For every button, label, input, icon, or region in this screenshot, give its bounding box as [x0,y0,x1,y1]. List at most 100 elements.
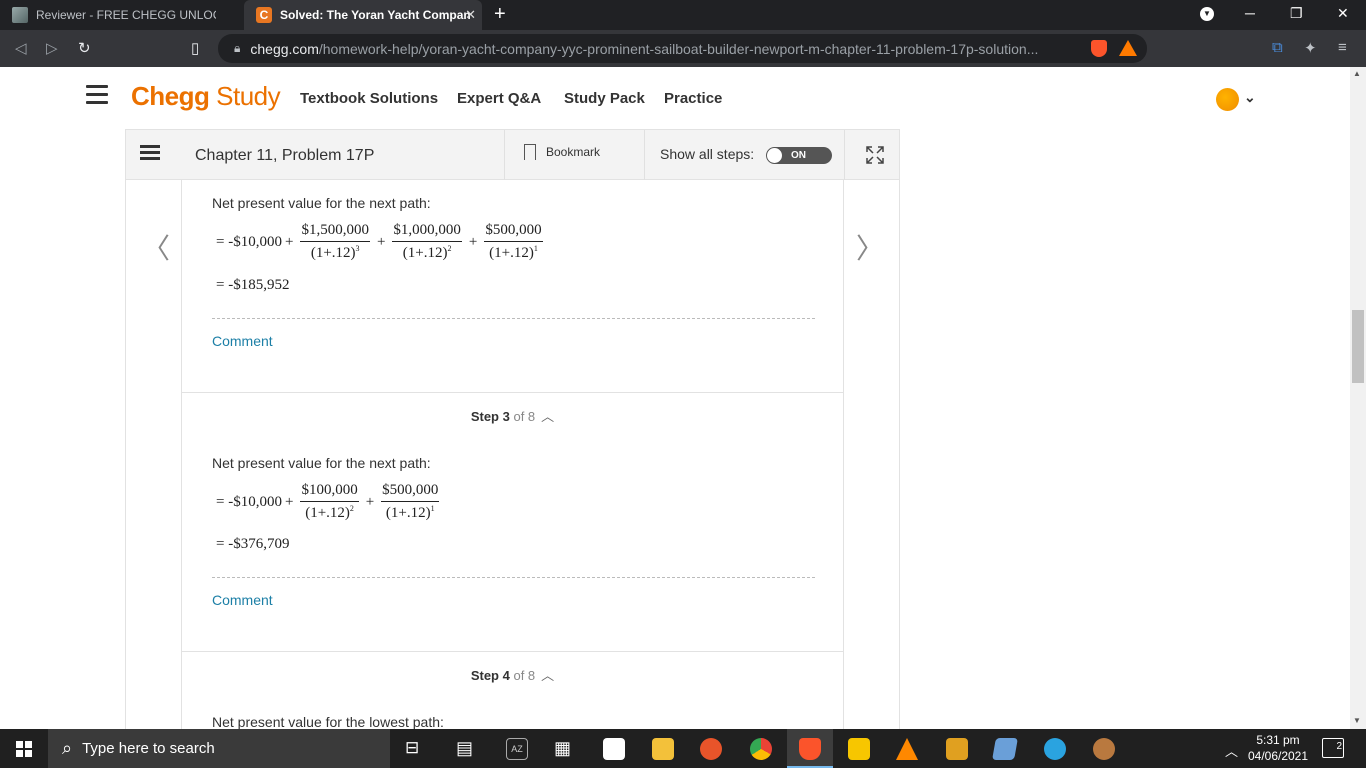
bookmark-icon [524,144,536,160]
close-window-icon[interactable]: ✕ [1337,5,1349,22]
chevron-down-icon[interactable]: ⌄ [1244,89,1256,106]
show-hidden-icons-icon[interactable]: ︿ [1225,741,1238,760]
bookmark-page-icon[interactable]: ▯ [191,39,199,57]
nav-practice[interactable]: Practice [664,90,722,107]
bookmark-button[interactable]: Bookmark [524,144,600,160]
logo-chegg: Chegg [131,81,210,111]
file-explorer-icon[interactable] [652,738,674,760]
menu-hamburger-icon[interactable] [86,85,108,109]
video-player-icon[interactable] [848,738,870,760]
nav-expert-qa[interactable]: Expert Q&A [457,90,541,107]
toggle-state: ON [791,150,806,161]
solution-steps: Net present value for the next path: = -… [181,180,844,729]
expand-fullscreen-icon[interactable] [865,145,885,165]
previous-step-icon[interactable]: 〈 [142,227,170,267]
notes-app-icon[interactable] [992,738,1018,760]
profile-dropdown-icon[interactable]: ▼ [1200,7,1214,21]
windows-start-icon[interactable] [16,741,32,757]
taskbar-search-box[interactable]: ⌕ Type here to search [48,729,390,768]
clock-time: 5:31 pm [1256,733,1300,747]
eq-lead: = -$10,000 [216,493,282,510]
scroll-down-icon[interactable]: ▼ [1353,716,1361,725]
browser-tab-chegg[interactable]: C Solved: The Yoran Yacht Company ✕ [244,0,482,30]
url-host: chegg.com [250,40,319,57]
extensions-puzzle-icon[interactable]: ✦ [1304,39,1317,57]
fraction: $500,000 (1+.12)1 [381,482,440,521]
tab-title: Solved: The Yoran Yacht Company [280,8,470,22]
telegram-icon[interactable] [1044,738,1066,760]
fraction: $500,000 (1+.12)1 [484,222,543,261]
notification-center-icon[interactable]: 2 [1322,738,1344,758]
translate-extension-icon[interactable]: ⧉ [1272,39,1283,56]
chevron-up-icon: ︿ [541,409,555,424]
close-tab-icon[interactable]: ✕ [465,7,476,23]
forward-icon[interactable]: ▷ [46,39,58,57]
camera-app-icon[interactable] [603,738,625,760]
step-2-result: = -$185,952 [216,277,290,293]
step-4-header[interactable]: Step 4 of 8 ︿ [182,665,843,684]
solution-panel: Chapter 11, Problem 17P Bookmark Show al… [125,129,900,729]
media-app-icon[interactable] [700,738,722,760]
eq-lead: = -$10,000 [216,233,282,250]
chegg-header: Chegg Study Textbook Solutions Expert Q&… [0,67,1350,130]
chrome-icon[interactable] [750,738,772,760]
bookmark-label: Bookmark [546,145,601,159]
chevron-up-icon: ︿ [541,668,555,683]
nav-study-pack[interactable]: Study Pack [564,90,645,107]
search-placeholder: Type here to search [82,740,215,757]
step-2-text: Net present value for the next path: [212,195,431,211]
reload-icon[interactable]: ↻ [78,39,91,57]
tab-title: Reviewer - FREE CHEGG UNLOCKS | Pa [36,8,216,22]
fraction: $100,000 (1+.12)2 [300,482,359,521]
browser-tab-reviewer[interactable]: Reviewer - FREE CHEGG UNLOCKS | Pa [0,0,244,30]
new-tab-icon[interactable]: + [494,3,506,26]
nav-textbook-solutions[interactable]: Textbook Solutions [300,90,438,107]
chapter-list-icon[interactable] [140,145,160,163]
restore-icon[interactable]: ❐ [1290,5,1303,22]
calculator-icon[interactable]: ▦ [554,738,576,760]
chegg-favicon-icon: C [256,7,272,23]
lock-icon: 🔒︎ [234,41,241,55]
avatar[interactable] [1216,88,1239,111]
step-3-equation: = -$10,000 + $100,000 (1+.12)2 + $500,000… [216,482,440,521]
notification-count: 2 [1336,741,1342,752]
brave-rewards-icon[interactable] [1119,40,1137,56]
step-3-text: Net present value for the next path: [212,455,431,471]
scroll-up-icon[interactable]: ▲ [1353,69,1361,78]
scrollbar-thumb[interactable] [1352,310,1364,383]
step-3-result: = -$376,709 [216,536,290,552]
address-bar[interactable]: 🔒︎ chegg.com/homework-help/yoran-yacht-c… [218,34,1147,63]
fraction: $1,500,000 (1+.12)3 [300,222,370,261]
chegg-study-logo[interactable]: Chegg Study [131,81,281,112]
step-3-header[interactable]: Step 3 of 8 ︿ [182,406,843,425]
back-icon[interactable]: ◁ [15,39,27,57]
next-step-icon[interactable]: 〉 [856,227,884,267]
reviewer-favicon-icon [12,7,28,23]
show-all-steps-label: Show all steps: [660,146,755,162]
page-scrollbar[interactable] [1350,67,1366,729]
show-all-steps-toggle[interactable]: ON [766,147,832,164]
browser-menu-icon[interactable]: ≡ [1338,39,1347,56]
game-app-icon[interactable] [1093,738,1115,760]
vlc-icon[interactable] [896,738,918,760]
fraction: $1,000,000 (1+.12)2 [392,222,462,261]
step-4-text: Net present value for the lowest path: [212,714,444,729]
step-3-comment-link[interactable]: Comment [212,592,273,608]
logo-study: Study [216,81,281,111]
pdf-app-icon[interactable] [946,738,968,760]
step-2-equation: = -$10,000 + $1,500,000 (1+.12)3 + $1,000… [216,222,543,261]
clock-date: 04/06/2021 [1247,749,1309,763]
step-2-comment-link[interactable]: Comment [212,333,273,349]
browser-tab-strip: Reviewer - FREE CHEGG UNLOCKS | Pa C Sol… [0,0,1366,30]
brave-shields-icon[interactable] [1091,40,1107,57]
taskbar-clock[interactable]: 5:31 pm 04/06/2021 [1246,732,1310,764]
url-path: /homework-help/yoran-yacht-company-yyc-p… [318,40,1039,57]
dictionary-app-icon[interactable]: AZ [506,738,528,760]
minimize-icon[interactable]: ─ [1245,5,1255,21]
chapter-problem-title: Chapter 11, Problem 17P [195,147,375,164]
browser-toolbar: ◁ ▷ ↻ ▯ 🔒︎ chegg.com/homework-help/yoran… [0,30,1366,67]
notepad-icon[interactable]: ▤ [456,738,478,760]
search-icon: ⌕ [62,738,73,758]
task-view-icon[interactable]: ⊟ [405,738,427,760]
windows-taskbar: ⌕ Type here to search ⊟ ▤ AZ ▦ ︿ 5:31 pm… [0,729,1366,768]
